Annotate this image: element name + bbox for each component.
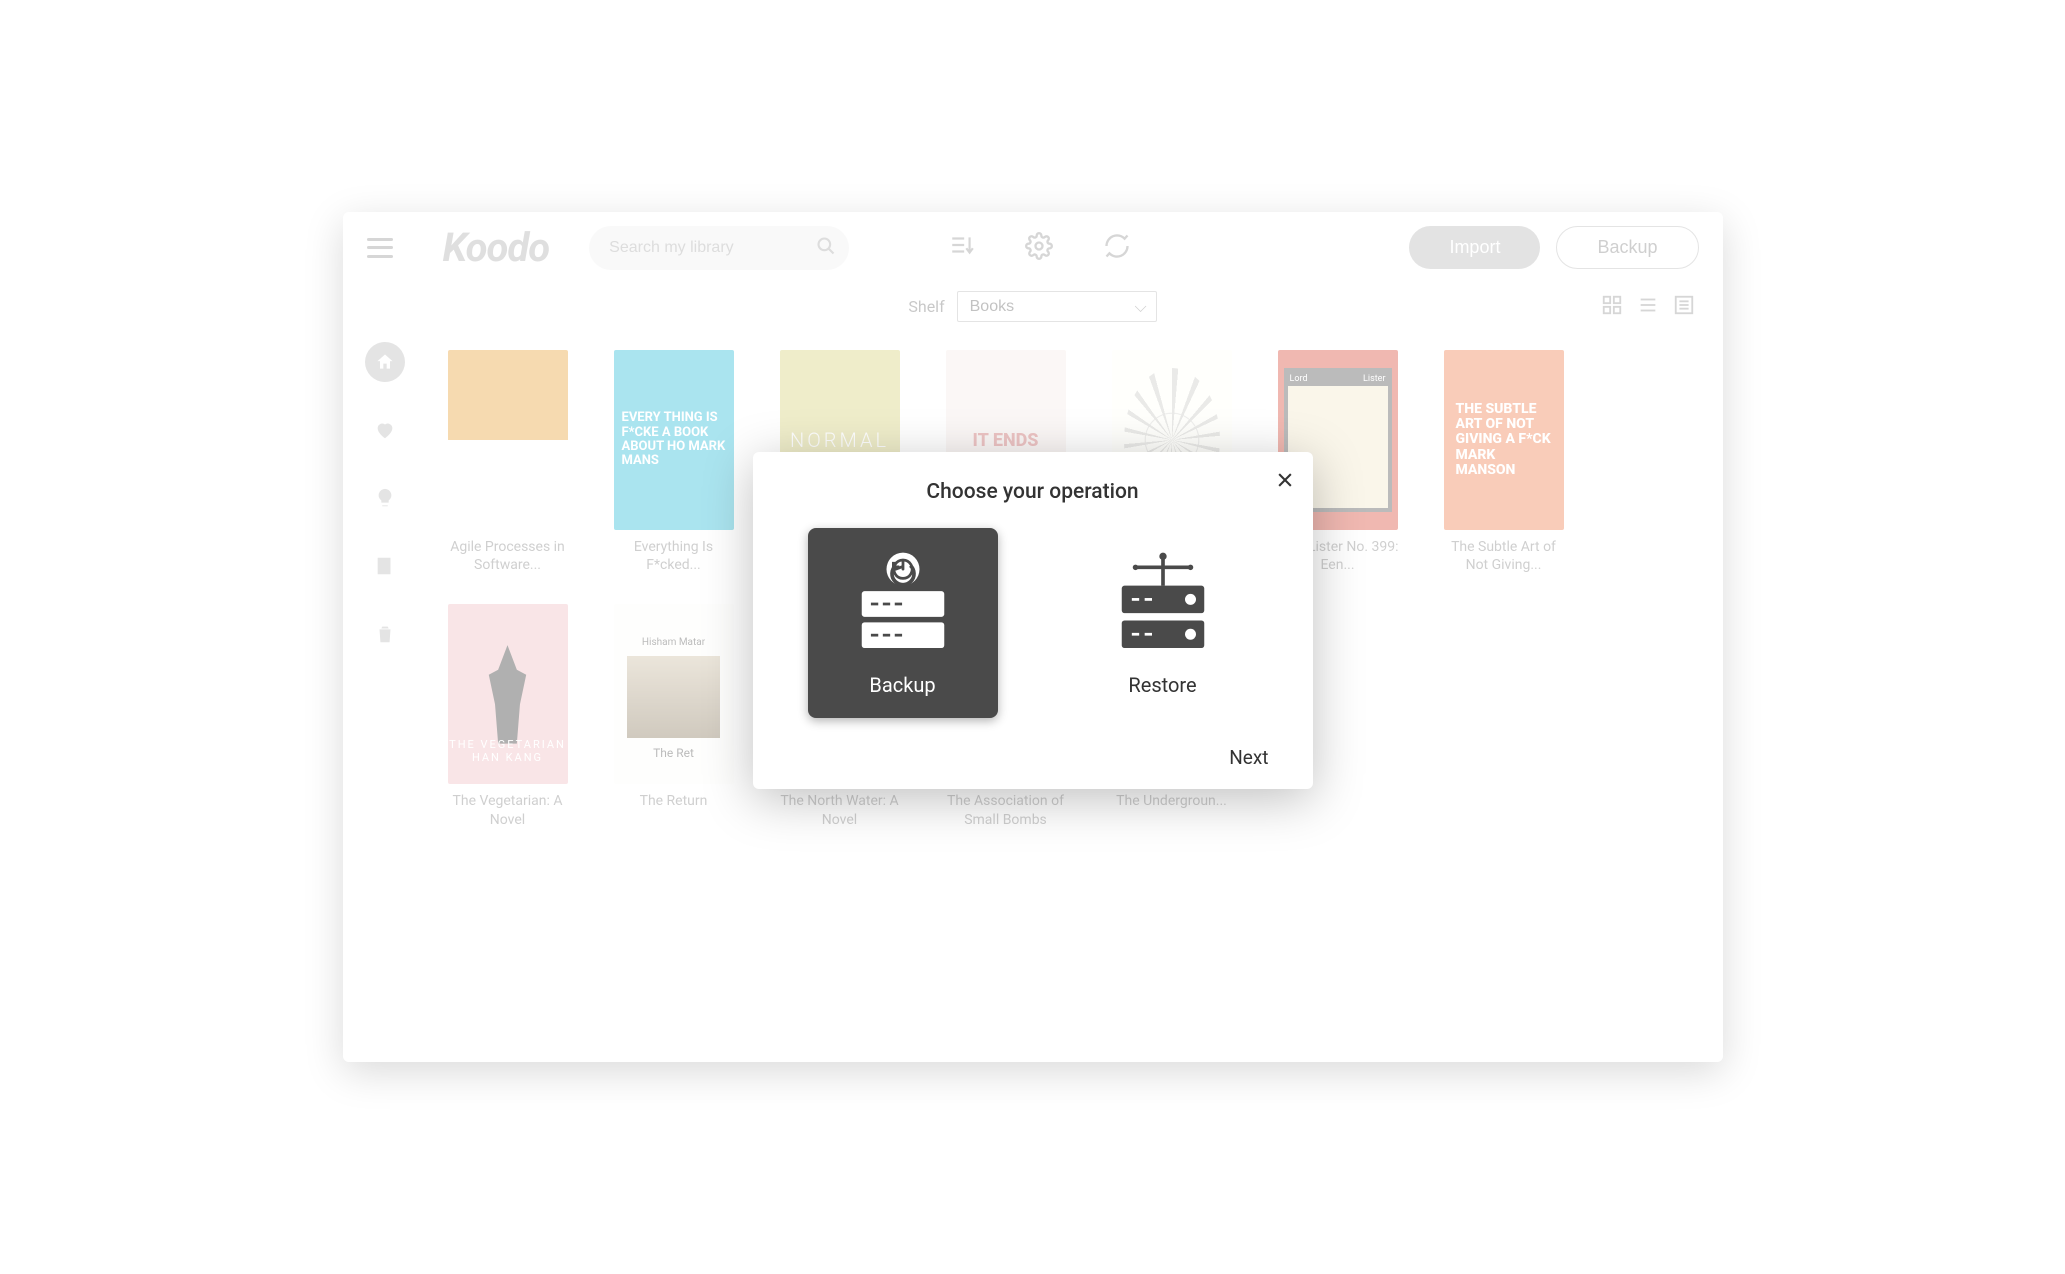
close-icon[interactable]	[1275, 470, 1295, 494]
backup-option[interactable]: Backup	[808, 528, 998, 718]
next-button[interactable]: Next	[789, 746, 1277, 769]
app-window: Koodo Import Backup Shelf	[343, 212, 1723, 1062]
restore-icon	[1108, 549, 1218, 659]
restore-option-label: Restore	[1128, 673, 1196, 697]
operation-options: Backup Restore	[789, 528, 1277, 718]
backup-option-label: Backup	[869, 673, 935, 697]
modal-title: Choose your operation	[789, 480, 1277, 504]
operation-modal: Choose your operation Backup	[753, 452, 1313, 789]
backup-icon	[848, 549, 958, 659]
restore-option[interactable]: Restore	[1068, 528, 1258, 718]
